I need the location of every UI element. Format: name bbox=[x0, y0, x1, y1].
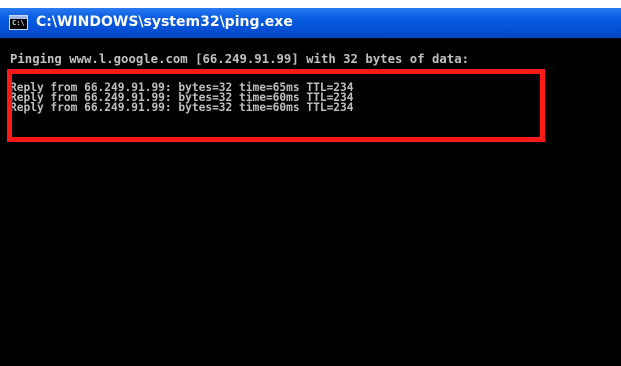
reply-line: Reply from 66.249.91.99: bytes=32 time=6… bbox=[10, 101, 354, 114]
ping-header-line: Pinging www.l.google.com [66.249.91.99] … bbox=[10, 52, 470, 66]
title-bar[interactable]: C:\ C:\WINDOWS\system32\ping.exe bbox=[0, 8, 621, 38]
window-title: C:\WINDOWS\system32\ping.exe bbox=[36, 14, 293, 30]
console-window-icon[interactable]: C:\ bbox=[9, 15, 28, 30]
icon-glyph: C:\ bbox=[12, 19, 25, 27]
console-area[interactable]: Pinging www.l.google.com [66.249.91.99] … bbox=[0, 38, 621, 366]
top-strip bbox=[0, 0, 621, 8]
console-window: C:\ C:\WINDOWS\system32\ping.exe Pinging… bbox=[0, 0, 621, 366]
